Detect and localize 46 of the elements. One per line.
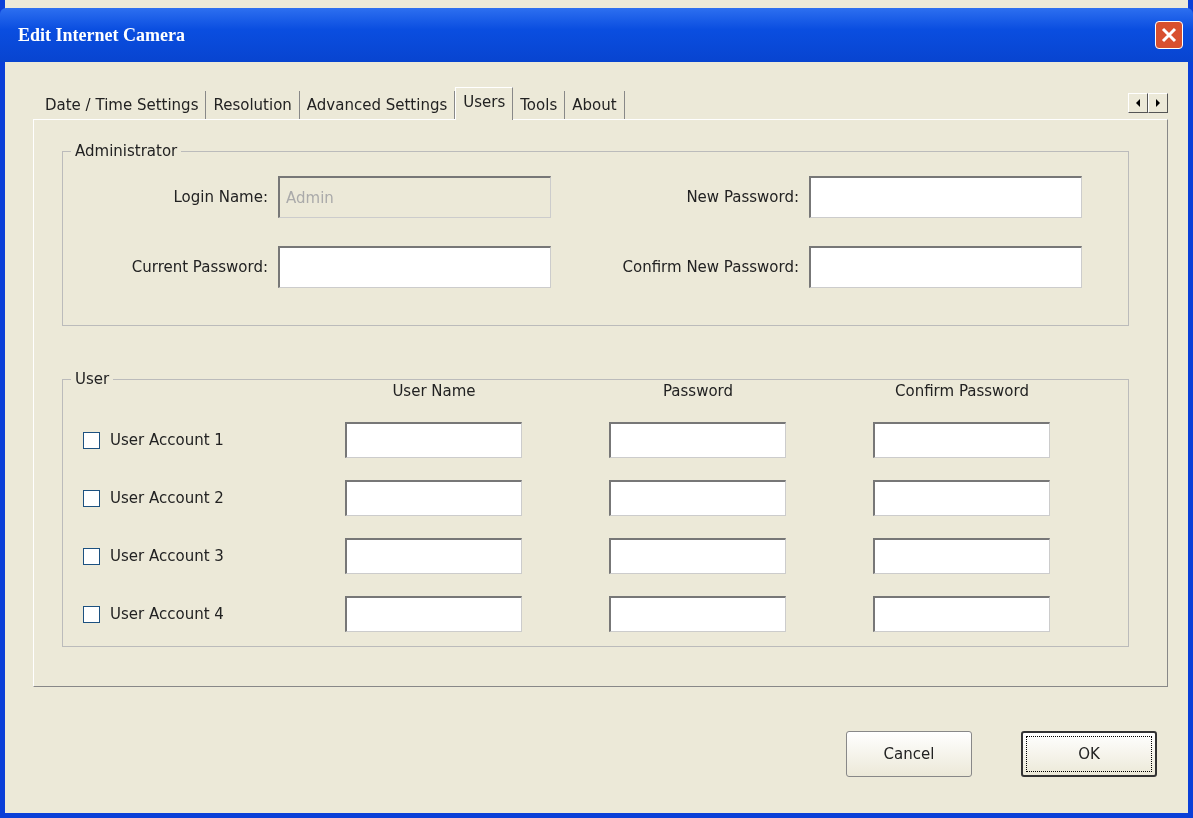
field-label: Login Name: — [173, 188, 268, 206]
text-field[interactable] — [809, 176, 1082, 218]
checkbox[interactable] — [83, 431, 100, 449]
text-field[interactable] — [345, 538, 522, 574]
checkbox-label: User Account 1 — [110, 431, 224, 449]
checkbox-label: User Account 4 — [110, 605, 224, 623]
ok-button[interactable]: OK — [1021, 731, 1157, 777]
checkbox-label: User Account 2 — [110, 489, 224, 507]
text-field[interactable] — [873, 596, 1050, 632]
checkbox-label: User Account 3 — [110, 547, 224, 565]
text-field[interactable] — [609, 422, 786, 458]
close-button[interactable] — [1155, 21, 1183, 49]
column-header: User Name — [391, 382, 477, 400]
left-arrow-icon — [1134, 98, 1142, 108]
checkbox[interactable] — [83, 489, 100, 507]
field-label: Current Password: — [131, 258, 268, 276]
field-label: New Password: — [686, 188, 799, 206]
text-field[interactable] — [609, 538, 786, 574]
text-field[interactable] — [345, 422, 522, 458]
column-header: Password — [661, 382, 735, 400]
checkbox[interactable] — [83, 605, 100, 623]
column-header: Confirm Password — [894, 382, 1030, 400]
text-field[interactable] — [345, 480, 522, 516]
tab[interactable]: Date / Time Settings — [38, 91, 207, 119]
text-field[interactable] — [873, 480, 1050, 516]
tab[interactable]: About — [565, 91, 625, 119]
text-field[interactable] — [609, 480, 786, 516]
text-field[interactable] — [873, 422, 1050, 458]
group-title: User — [74, 370, 111, 388]
text-field[interactable] — [278, 246, 551, 288]
text-field[interactable] — [345, 596, 522, 632]
text-field[interactable] — [873, 538, 1050, 574]
scroll-right-button[interactable] — [1148, 93, 1168, 113]
close-icon — [1160, 26, 1178, 44]
tab[interactable]: Users — [455, 87, 514, 120]
tab[interactable]: Tools — [513, 91, 566, 119]
cancel-button[interactable]: Cancel — [846, 731, 972, 777]
scroll-left-button[interactable] — [1128, 93, 1148, 113]
field-label: Confirm New Password: — [622, 258, 799, 276]
group-title: Administrator — [74, 142, 179, 160]
text-field[interactable] — [609, 596, 786, 632]
text-field[interactable] — [809, 246, 1082, 288]
right-arrow-icon — [1154, 98, 1162, 108]
tab[interactable]: Resolution — [206, 91, 300, 119]
window-title: Edit Internet Camera — [18, 24, 186, 46]
checkbox[interactable] — [83, 547, 100, 565]
